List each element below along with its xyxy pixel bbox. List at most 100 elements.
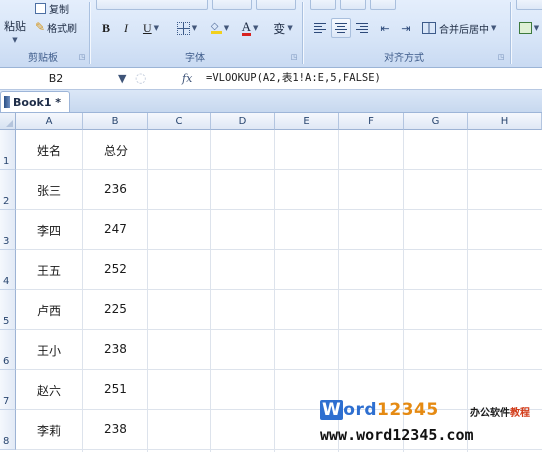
row-number: 6 (3, 356, 10, 367)
chevron-down-icon: ▼ (12, 36, 18, 44)
cell-a8[interactable]: 李莉 (37, 422, 61, 439)
cell-a5[interactable]: 卢西 (37, 302, 61, 319)
row-header-2[interactable]: 2 (0, 170, 16, 210)
chevron-down-icon: ▼ (253, 24, 259, 32)
row-number: 2 (3, 196, 10, 207)
phonetic-label: 变 (273, 21, 286, 36)
copy-label: 复制 (49, 4, 69, 16)
phonetic-guide-button[interactable]: 变 ▼ (268, 18, 298, 38)
format-painter-label: 格式刷 (47, 23, 78, 35)
underline-button[interactable]: U ▼ (137, 18, 165, 38)
row-header-4[interactable]: 4 (0, 250, 16, 290)
column-header-h[interactable]: H (468, 113, 542, 130)
column-header-d[interactable]: D (211, 113, 275, 130)
cell-b3[interactable]: 247 (104, 222, 127, 236)
row-header-8[interactable]: 8 (0, 410, 16, 450)
cell-a3[interactable]: 李四 (37, 222, 61, 239)
watermark: Word12345 办公软件教程 www.word12345.com (316, 398, 542, 452)
paste-button[interactable]: 粘贴 ▼ (0, 14, 30, 48)
gridline (16, 209, 542, 210)
cell-b1[interactable]: 总分 (104, 142, 128, 159)
fill-color-button[interactable]: ◇ ▼ (206, 18, 234, 38)
chevron-down-icon: ▼ (153, 24, 160, 32)
watermark-url: www.word12345.com (320, 426, 474, 444)
tagline-part2: 教程 (510, 408, 530, 419)
row-header-6[interactable]: 6 (0, 330, 16, 370)
alignment-group-label: 对齐方式 (384, 53, 424, 64)
row-header-3[interactable]: 3 (0, 210, 16, 250)
increase-indent-button[interactable]: ⇥ (396, 18, 416, 38)
cell-b6[interactable]: 238 (104, 342, 127, 356)
underline-label: U (142, 20, 152, 35)
paste-label: 粘贴 (4, 20, 26, 33)
cell-b5[interactable]: 225 (104, 302, 127, 316)
watermark-tagline: 办公软件教程 (470, 404, 530, 419)
cell-a4[interactable]: 王五 (37, 262, 61, 279)
cell-a7[interactable]: 赵六 (37, 382, 61, 399)
align-top-button[interactable] (310, 0, 336, 10)
insert-function-button[interactable]: fx (182, 70, 192, 87)
number-format-box[interactable] (516, 0, 542, 10)
workbook-tab[interactable]: Book1 * (0, 91, 71, 112)
cell-a6[interactable]: 王小 (37, 342, 61, 359)
row-header-7[interactable]: 7 (0, 370, 16, 410)
column-header-e[interactable]: E (275, 113, 339, 130)
cell-b8[interactable]: 238 (104, 422, 127, 436)
copy-button[interactable]: 复制 (34, 0, 78, 16)
cell-b4[interactable]: 252 (104, 262, 127, 276)
clipboard-group-label: 剪贴板 (28, 53, 58, 64)
decrease-indent-button[interactable]: ⇤ (375, 18, 395, 38)
font-dialog-launcher-icon[interactable]: ◳ (290, 53, 298, 61)
alignment-dialog-launcher-icon[interactable]: ◳ (497, 53, 505, 61)
select-all-corner[interactable] (0, 113, 16, 130)
font-name-box[interactable] (96, 0, 208, 10)
formula-bar: B2 ▼ ◌ fx =VLOOKUP(A2,表1!A:E,5,FALSE) (0, 68, 542, 90)
italic-button[interactable]: I (117, 18, 135, 38)
cell-b2[interactable]: 236 (104, 182, 127, 196)
border-button[interactable]: ▼ (172, 18, 202, 38)
column-header-g[interactable]: G (404, 113, 468, 130)
italic-label: I (124, 20, 128, 35)
name-box-dropdown-icon[interactable]: ▼ (118, 70, 126, 87)
logo-word: ord (343, 400, 377, 420)
ribbon: 粘贴 ▼ 复制 ✎ 格式刷 剪贴板 ◳ B I U ▼ ▼ ◇ ▼ A ▼ 变 … (0, 0, 542, 68)
align-center-button[interactable] (331, 18, 351, 38)
column-header-b[interactable]: B (83, 113, 148, 130)
chevron-down-icon: ▼ (191, 24, 198, 32)
accounting-format-button[interactable]: ▼ (516, 18, 542, 38)
workbook-tab-label: Book1 * (13, 95, 62, 109)
align-middle-button[interactable] (340, 0, 366, 10)
column-header-a[interactable]: A (16, 113, 83, 130)
cell-a2[interactable]: 张三 (37, 182, 61, 199)
merge-center-button[interactable]: 合并后居中 ▼ (421, 18, 505, 38)
align-left-button[interactable] (310, 18, 330, 38)
row-number: 1 (3, 156, 10, 167)
font-color-button[interactable]: A ▼ (236, 18, 264, 38)
gridline (210, 130, 211, 452)
chevron-down-icon: ▼ (491, 24, 497, 32)
column-header-c[interactable]: C (148, 113, 211, 130)
tagline-part1: 办公软件 (470, 408, 510, 419)
font-size-box[interactable] (212, 0, 252, 10)
gridline (16, 249, 542, 250)
align-right-button[interactable] (352, 18, 372, 38)
border-grid-icon (176, 21, 190, 35)
name-box[interactable]: B2 (0, 70, 112, 87)
row-number: 7 (3, 396, 10, 407)
orientation-button[interactable] (370, 0, 396, 10)
row-header-5[interactable]: 5 (0, 290, 16, 330)
workbook-tab-strip: Book1 * (0, 90, 542, 113)
cell-a1[interactable]: 姓名 (37, 142, 61, 159)
cell-b7[interactable]: 251 (104, 382, 127, 396)
bold-button[interactable]: B (97, 18, 115, 38)
row-header-1[interactable]: 1 (0, 130, 16, 170)
row-number: 5 (3, 316, 10, 327)
gridline (147, 130, 148, 452)
format-painter-button[interactable]: ✎ 格式刷 (34, 18, 86, 36)
clipboard-dialog-launcher-icon[interactable]: ◳ (78, 53, 86, 61)
font-grow-shrink-buttons[interactable] (256, 0, 296, 10)
watermark-logo: Word12345 (320, 400, 439, 420)
formula-input[interactable]: =VLOOKUP(A2,表1!A:E,5,FALSE) (206, 70, 381, 87)
align-left-icon (314, 23, 326, 33)
column-header-f[interactable]: F (339, 113, 404, 130)
